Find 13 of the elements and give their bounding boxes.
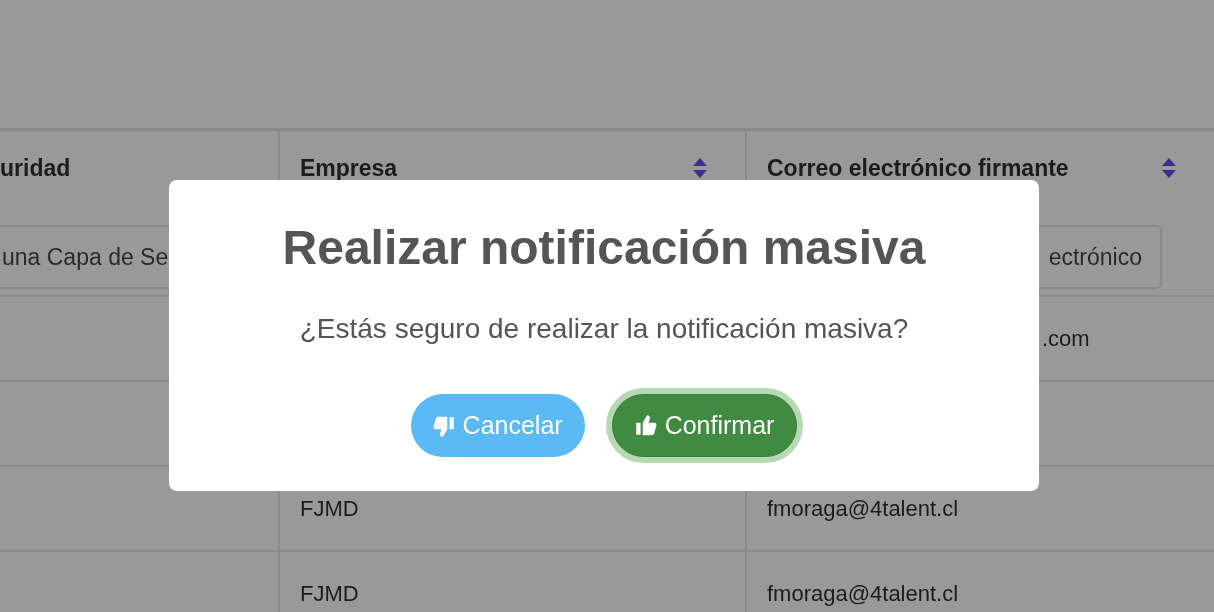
column-header: Empresa	[300, 154, 398, 182]
table-cell: FJMD	[300, 580, 359, 607]
table-cell: fmoraga@4talent.cl	[767, 580, 959, 607]
dialog-title: Realizar notificación masiva	[282, 220, 926, 276]
table-cell: fmoraga@4talent.cl	[767, 495, 959, 522]
sort-icon[interactable]	[1161, 157, 1177, 179]
dialog-message: ¿Estás seguro de realizar la notificación masiva?	[299, 312, 909, 346]
table-cell: .com	[1042, 325, 1090, 352]
sort-icon[interactable]	[692, 157, 708, 179]
table-cell: FJMD	[300, 495, 359, 522]
cancel-button[interactable]: Cancelar	[410, 394, 585, 457]
column-header: Correo electrónico firmante	[767, 154, 1069, 182]
column-header: uridad	[0, 154, 71, 182]
